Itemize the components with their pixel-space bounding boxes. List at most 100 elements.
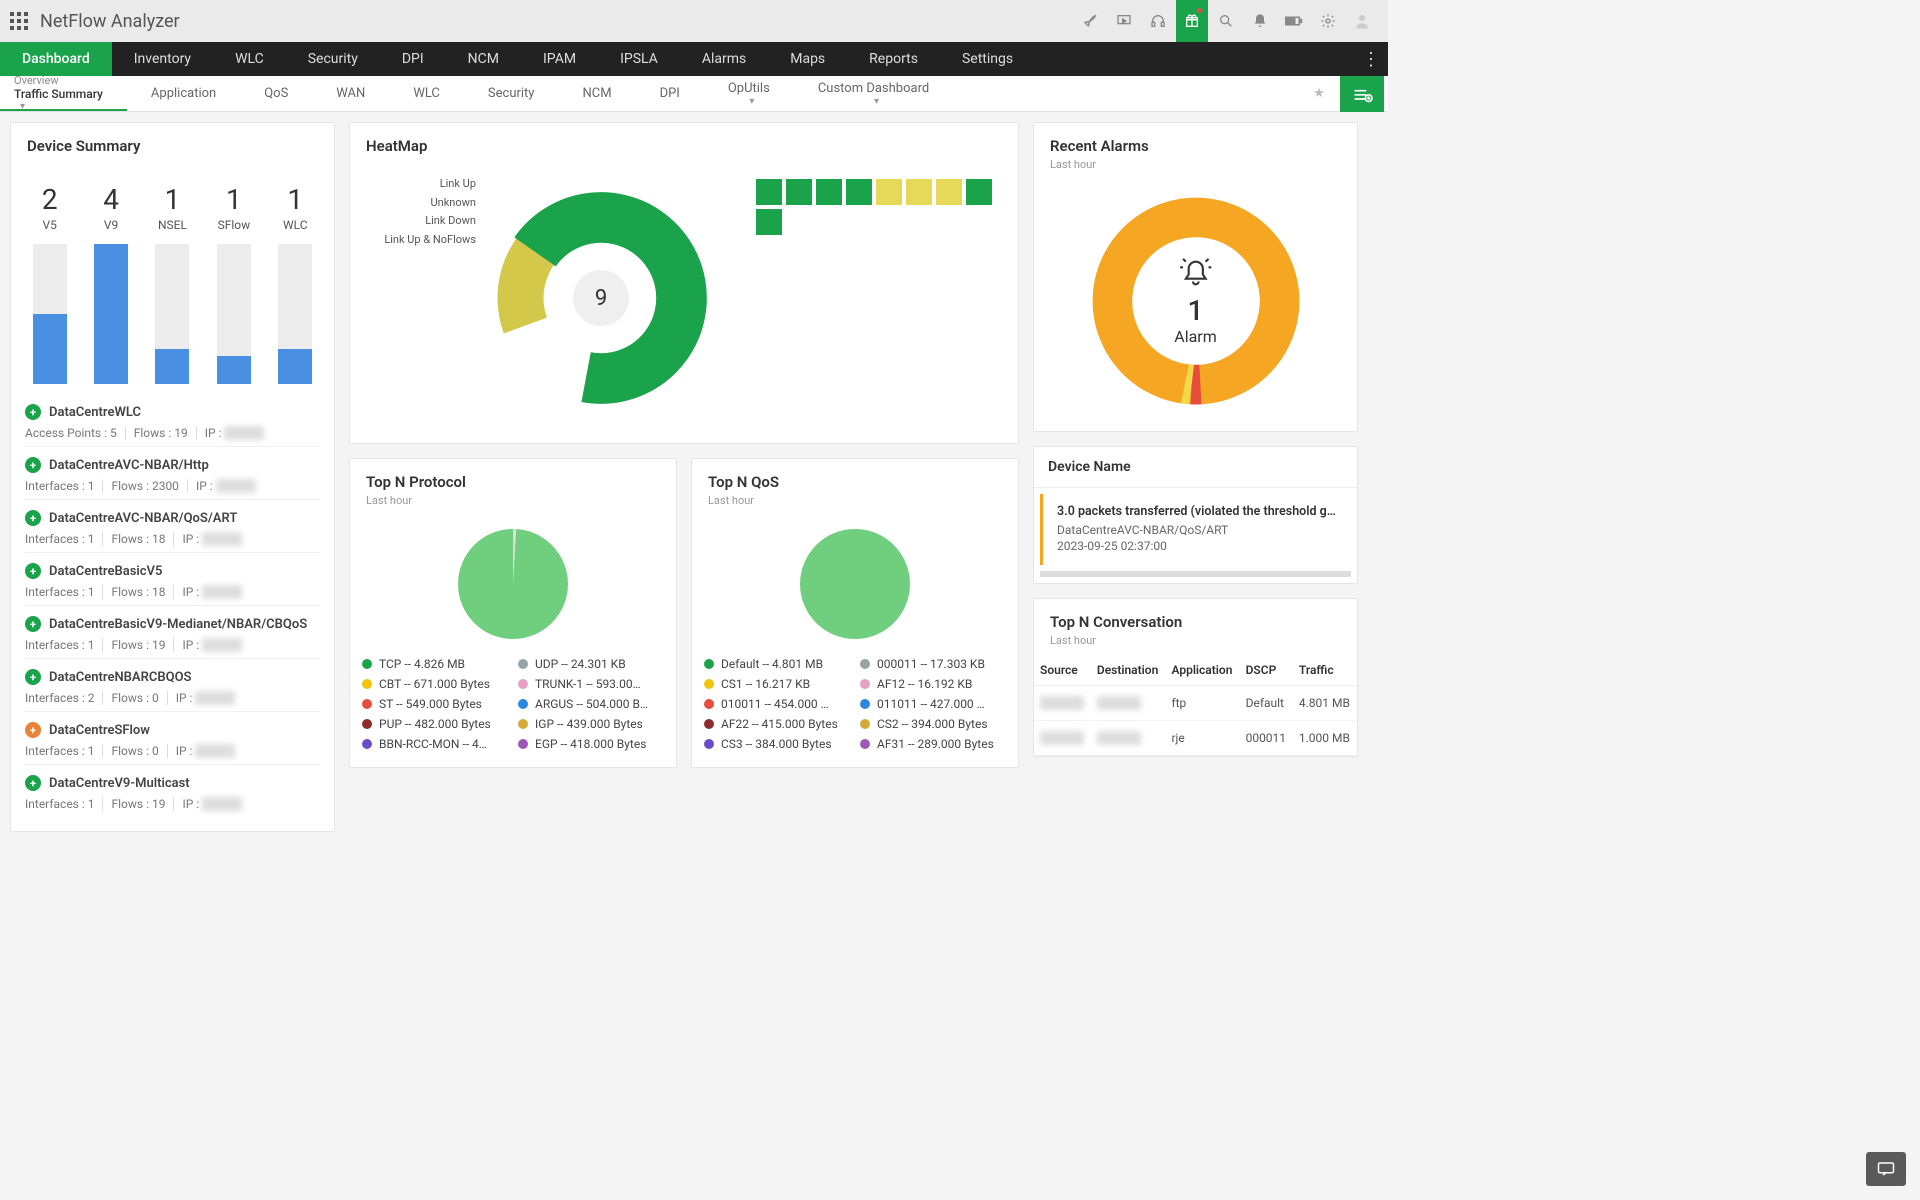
gear-icon[interactable] <box>1312 0 1344 42</box>
count-v5: 2V5 <box>23 183 77 232</box>
table-header[interactable]: Application <box>1165 655 1239 686</box>
nav-inventory[interactable]: Inventory <box>112 42 213 76</box>
legend-item[interactable]: PUP -- 482.000 Bytes <box>362 717 508 731</box>
subnav-wlc[interactable]: WLC <box>389 76 464 111</box>
table-header[interactable]: DSCP <box>1240 655 1293 686</box>
legend-item[interactable]: IGP -- 439.000 Bytes <box>518 717 664 731</box>
heatmap-cell[interactable] <box>906 179 932 205</box>
nav-ipam[interactable]: IPAM <box>521 42 598 76</box>
nav-ipsla[interactable]: IPSLA <box>598 42 680 76</box>
heatmap-cell[interactable] <box>756 209 782 235</box>
heatmap-cell[interactable] <box>846 179 872 205</box>
subnav-security[interactable]: Security <box>464 76 559 111</box>
subnav-line2: Traffic Summary <box>14 87 103 101</box>
nav-dpi[interactable]: DPI <box>380 42 446 76</box>
subnav-overview[interactable]: Overview Traffic Summary <box>0 76 127 111</box>
device-item[interactable]: +DataCentreV9-MulticastInterfaces : 1Flo… <box>25 764 320 817</box>
nav-settings[interactable]: Settings <box>940 42 1035 76</box>
legend-item[interactable]: CS2 -- 394.000 Bytes <box>860 717 1006 731</box>
legend-item[interactable]: Default -- 4.801 MB <box>704 657 850 671</box>
table-header[interactable]: Destination <box>1091 655 1166 686</box>
heatmap-cell[interactable] <box>756 179 782 205</box>
nav-reports[interactable]: Reports <box>847 42 940 76</box>
scrollbar[interactable] <box>1040 571 1351 577</box>
card-subtitle: Last hour <box>1050 634 1341 647</box>
table-header[interactable]: Source <box>1034 655 1091 686</box>
summary-bar[interactable] <box>33 244 67 384</box>
legend-item[interactable]: BBN-RCC-MON -- 4… <box>362 737 508 751</box>
headset-icon[interactable] <box>1142 0 1174 42</box>
qos-pie[interactable] <box>704 517 1006 657</box>
rocket-icon[interactable] <box>1074 0 1106 42</box>
favorite-star-icon[interactable]: ★ <box>1304 76 1334 112</box>
device-item[interactable]: +DataCentreAVC-NBAR/HttpInterfaces : 1Fl… <box>25 446 320 499</box>
summary-bar[interactable] <box>94 244 128 384</box>
heatmap-donut[interactable]: 9 <box>486 183 716 413</box>
heatmap-cell[interactable] <box>876 179 902 205</box>
heatmap-cell[interactable] <box>786 179 812 205</box>
user-avatar-icon[interactable] <box>1346 0 1378 42</box>
gift-icon[interactable] <box>1176 0 1208 42</box>
chat-icon[interactable] <box>1866 1152 1906 1186</box>
subnav-ncm[interactable]: NCM <box>558 76 635 111</box>
nav-maps[interactable]: Maps <box>768 42 847 76</box>
device-item[interactable]: +DataCentreSFlowInterfaces : 1Flows : 0I… <box>25 711 320 764</box>
summary-bar[interactable] <box>278 244 312 384</box>
card-title: Top N Protocol <box>366 473 660 491</box>
nav-ncm[interactable]: NCM <box>446 42 521 76</box>
legend-item[interactable]: EGP -- 418.000 Bytes <box>518 737 664 751</box>
legend-item[interactable]: AF31 -- 289.000 Bytes <box>860 737 1006 751</box>
protocol-pie[interactable] <box>362 517 664 657</box>
search-icon[interactable] <box>1210 0 1242 42</box>
card-subtitle: Last hour <box>708 494 1002 507</box>
card-recent-alarms: Recent Alarms Last hour 1 Alarm <box>1033 122 1358 432</box>
heatmap-cell[interactable] <box>966 179 992 205</box>
subnav-custom-dashboard[interactable]: Custom Dashboard <box>794 76 953 111</box>
legend-item[interactable]: ST -- 549.000 Bytes <box>362 697 508 711</box>
bell-icon[interactable] <box>1244 0 1276 42</box>
summary-bar[interactable] <box>217 244 251 384</box>
legend-item[interactable]: ARGUS -- 504.000 B… <box>518 697 664 711</box>
legend-item[interactable]: CS3 -- 384.000 Bytes <box>704 737 850 751</box>
nav-more-icon[interactable]: ⋮ <box>1362 42 1380 76</box>
alarm-donut[interactable]: 1 Alarm <box>1086 191 1306 411</box>
device-item[interactable]: +DataCentreBasicV9-Medianet/NBAR/CBQoSIn… <box>25 605 320 658</box>
add-widget-button[interactable] <box>1340 76 1384 112</box>
nav-dashboard[interactable]: Dashboard <box>0 42 112 76</box>
nav-security[interactable]: Security <box>286 42 380 76</box>
top-bar: NetFlow Analyzer <box>0 0 1388 42</box>
alarm-label: Alarm <box>1174 327 1216 346</box>
legend-item[interactable]: AF12 -- 16.192 KB <box>860 677 1006 691</box>
legend-item[interactable]: UDP -- 24.301 KB <box>518 657 664 671</box>
presentation-icon[interactable] <box>1108 0 1140 42</box>
nav-wlc[interactable]: WLC <box>213 42 286 76</box>
subnav-dpi[interactable]: DPI <box>636 76 704 111</box>
device-item[interactable]: +DataCentreWLCAccess Points : 5Flows : 1… <box>25 394 320 446</box>
legend-item[interactable]: AF22 -- 415.000 Bytes <box>704 717 850 731</box>
alarm-entry[interactable]: 3.0 packets transferred (violated the th… <box>1040 494 1351 565</box>
legend-item[interactable]: 011011 -- 427.000 … <box>860 697 1006 711</box>
subnav-application[interactable]: Application <box>127 76 240 111</box>
apps-grid-icon[interactable] <box>10 12 28 30</box>
table-row[interactable]: xxftpDefault4.801 MB <box>1034 686 1357 721</box>
legend-item[interactable]: 000011 -- 17.303 KB <box>860 657 1006 671</box>
heatmap-cell[interactable] <box>816 179 842 205</box>
table-row[interactable]: xxrje0000111.000 MB <box>1034 721 1357 756</box>
nav-alarms[interactable]: Alarms <box>680 42 768 76</box>
device-item[interactable]: +DataCentreBasicV5Interfaces : 1Flows : … <box>25 552 320 605</box>
legend-item[interactable]: TRUNK-1 -- 593.00… <box>518 677 664 691</box>
device-item[interactable]: +DataCentreAVC-NBAR/QoS/ARTInterfaces : … <box>25 499 320 552</box>
product-title: NetFlow Analyzer <box>40 11 180 32</box>
table-header[interactable]: Traffic <box>1293 655 1357 686</box>
legend-item[interactable]: 010011 -- 454.000 … <box>704 697 850 711</box>
legend-item[interactable]: CBT -- 671.000 Bytes <box>362 677 508 691</box>
legend-item[interactable]: TCP -- 4.826 MB <box>362 657 508 671</box>
subnav-wan[interactable]: WAN <box>312 76 389 111</box>
heatmap-cell[interactable] <box>936 179 962 205</box>
summary-bar[interactable] <box>155 244 189 384</box>
legend-item[interactable]: CS1 -- 16.217 KB <box>704 677 850 691</box>
battery-icon[interactable] <box>1278 0 1310 42</box>
device-item[interactable]: +DataCentreNBARCBQOSInterfaces : 2Flows … <box>25 658 320 711</box>
subnav-qos[interactable]: QoS <box>240 76 312 111</box>
subnav-oputils[interactable]: OpUtils <box>704 76 794 111</box>
